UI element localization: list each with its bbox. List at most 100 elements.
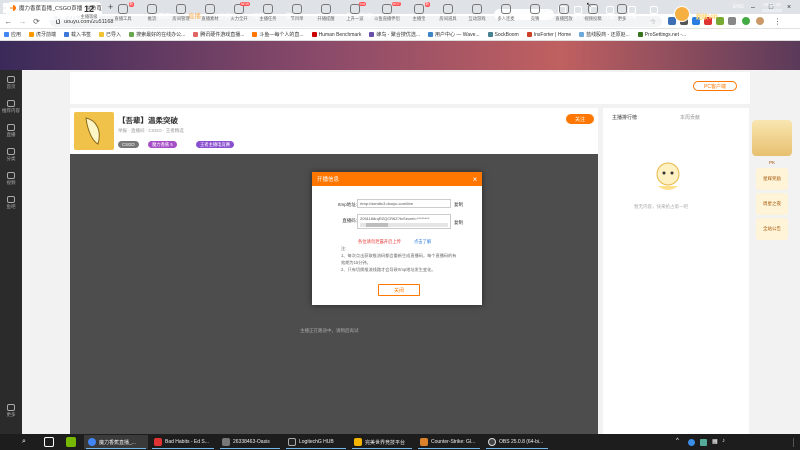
toolbar-item[interactable]: 新直播工具 — [108, 2, 138, 22]
extension-icon[interactable] — [728, 17, 736, 25]
network-icon[interactable]: ▦ — [712, 438, 718, 445]
bookmark-item[interactable]: 搜索最好的在线办公... — [129, 31, 185, 38]
toolbar-item[interactable]: 房间管理 — [166, 4, 196, 22]
close-icon[interactable]: × — [470, 174, 480, 184]
activity-label[interactable]: 全站公告 — [756, 218, 788, 240]
scrollbar[interactable] — [360, 223, 448, 227]
taskbar-app[interactable]: 完美世界竞技平台 — [350, 435, 414, 449]
bookmark-item[interactable]: SockBoom — [487, 32, 519, 38]
toolbar-item[interactable]: 开播提醒 — [311, 4, 341, 22]
scrollbar-thumb[interactable] — [366, 223, 388, 227]
toolbar-item[interactable]: 视频投稿 — [578, 4, 608, 22]
copy-key-button[interactable]: 复制 — [454, 220, 463, 226]
extension-icon[interactable] — [742, 17, 750, 25]
taskbar-app-chrome[interactable]: 魔力香蕉直播_... — [84, 435, 148, 449]
bookmark-item[interactable]: 蜂鸟 - 聚合搜优选... — [369, 31, 420, 38]
bell-icon — [321, 4, 331, 14]
rank-tab[interactable]: 主播排行榜 — [612, 114, 637, 121]
toolbar-item[interactable]: 直播素材 — [195, 4, 225, 22]
tool-icon — [118, 4, 128, 14]
bookmark-item[interactable]: 应用 — [4, 31, 21, 38]
toolbar-item[interactable]: 多人连麦 — [491, 4, 521, 22]
bookmark-icon — [526, 32, 532, 37]
sidebar-item-home[interactable]: 首页 — [0, 76, 22, 90]
toolbar-item[interactable]: 新主播宝 — [404, 2, 434, 22]
toolbar-item[interactable]: 推流 — [137, 4, 167, 22]
toolbar-item[interactable]: 节目单 — [282, 4, 312, 22]
replay-icon — [559, 4, 569, 14]
tray-app-icon[interactable] — [700, 439, 707, 446]
tray-overflow-icon[interactable]: ^ — [676, 438, 679, 444]
anchor-level[interactable]: 12 主播等级 — [74, 4, 104, 20]
taskbar-app[interactable]: OBS 25.0.8 (64-bi... — [484, 435, 550, 449]
taskbar-app[interactable]: 26338463-Oasis — [218, 435, 282, 449]
toolbar-item[interactable]: hot 上升一波 — [340, 2, 370, 22]
room-tag[interactable]: 魔力香蕉 5 — [148, 141, 177, 148]
csgo-icon — [420, 438, 428, 446]
bookmark-item[interactable]: 用户中心 — Wave... — [428, 31, 480, 38]
stream-key-field[interactable]: 2051168rqRZQCR6Z?txSecret=******** — [357, 214, 451, 229]
sidebar-item-category[interactable]: 分类 — [0, 148, 22, 162]
sidebar-item-live[interactable]: 直播 — [0, 124, 22, 138]
taskbar-app[interactable]: LogitechG HUB — [284, 435, 348, 449]
sidebar-item-fishbar[interactable]: 鱼吧 — [0, 196, 22, 210]
clock-date: 2021/8/20 — [761, 8, 783, 13]
copy-rtmp-button[interactable]: 复制 — [454, 202, 463, 208]
bookmark-item[interactable]: 已导入 — [99, 31, 121, 38]
contrib-tab[interactable]: 本周贡献 — [680, 114, 700, 121]
toolbar-item[interactable]: HOT 斗鱼直播伴侣 — [369, 2, 405, 22]
follow-button[interactable]: 关注 — [566, 114, 594, 124]
boost-icon — [350, 4, 360, 14]
task-view-icon[interactable] — [44, 437, 54, 447]
bookmarks-bar: 应用 虎牙前端 载入书签 已导入 搜索最好的在线办公... 腾讯硬件游戏直播..… — [0, 29, 800, 41]
nvidia-icon[interactable] — [66, 437, 76, 447]
sidebar-item-recommend[interactable]: 推荐内容 — [0, 100, 22, 114]
pc-client-button[interactable]: PC客户端 — [693, 81, 737, 91]
taskbar-app[interactable]: Bad Habits - Ed S... — [150, 435, 216, 449]
toolbar-item[interactable]: 房间道具 — [433, 4, 463, 22]
menu-dots-icon[interactable]: ⋮ — [772, 16, 783, 27]
notification-icon[interactable] — [793, 438, 798, 447]
activity-label[interactable]: 星辉奖励 — [756, 168, 788, 190]
room-avatar[interactable] — [74, 112, 114, 150]
sidebar-item-more[interactable]: 更多 — [0, 404, 22, 418]
windows-start-icon[interactable] — [3, 3, 13, 13]
close-dialog-button[interactable]: 关闭 — [378, 284, 420, 296]
bookmark-item[interactable]: InsForter | Home — [526, 32, 571, 38]
language-indicator[interactable]: ENG — [733, 4, 744, 10]
forward-icon[interactable]: → — [17, 16, 28, 27]
bookmark-item[interactable]: Human Benchmark — [311, 32, 361, 38]
toolbar-item[interactable]: 更多 — [607, 4, 637, 22]
bookmark-item[interactable]: ProSettings.net -... — [637, 32, 686, 38]
room-tag[interactable]: 王者主播电竞赛 — [196, 141, 235, 148]
bookmark-item[interactable]: 腾讯硬件游戏直播... — [193, 31, 244, 38]
activity-label[interactable]: PK — [752, 160, 792, 165]
back-icon[interactable]: ← — [3, 16, 14, 27]
tray-app-icon[interactable] — [688, 439, 695, 446]
user-center-icon[interactable]: 个人中心 — [648, 6, 660, 27]
volume-icon[interactable]: ♪ — [722, 438, 725, 444]
toolbar-item[interactable]: 主播任务 — [253, 4, 283, 22]
search-icon[interactable]: ⌕ — [22, 438, 26, 446]
bookmark-item[interactable]: 蓝线股商 - 还原赵... — [579, 31, 630, 38]
activity-banner[interactable] — [752, 120, 792, 156]
upload-icon — [588, 4, 598, 14]
toolbar-item[interactable]: 直播回放 — [549, 4, 579, 22]
toolbar-item[interactable]: NEW 火力全开 — [224, 2, 254, 22]
vip-badge[interactable]: 超级VIP — [696, 12, 718, 21]
note-line: 2、只有切换推流线路才会导致rtmp地址发生变化。 — [341, 267, 436, 272]
room-tag[interactable]: CSGO — [118, 141, 139, 148]
bookmark-item[interactable]: 载入书签 — [64, 31, 91, 38]
profile-avatar[interactable] — [756, 17, 764, 25]
taskbar-app[interactable]: Counter-Strike: Gl... — [416, 435, 482, 449]
avatar[interactable] — [674, 6, 690, 22]
clock[interactable]: 20:11:42 2021/8/20 — [752, 2, 792, 14]
toolbar-item[interactable]: 竞猜 — [520, 4, 550, 22]
bookmark-item[interactable]: 斗鱼—每个人的直... — [252, 31, 304, 38]
activity-label[interactable]: 周星之夜 — [756, 193, 788, 215]
bookmark-item[interactable]: 虎牙前端 — [29, 31, 56, 38]
learn-more-link[interactable]: 点击了解 — [414, 239, 431, 245]
toolbar-item[interactable]: 互动游戏 — [462, 4, 492, 22]
sidebar-item-video[interactable]: 视频 — [0, 172, 22, 186]
rtmp-address-field[interactable]: rtmp://sendtc3.douyu.com/live — [357, 199, 451, 208]
